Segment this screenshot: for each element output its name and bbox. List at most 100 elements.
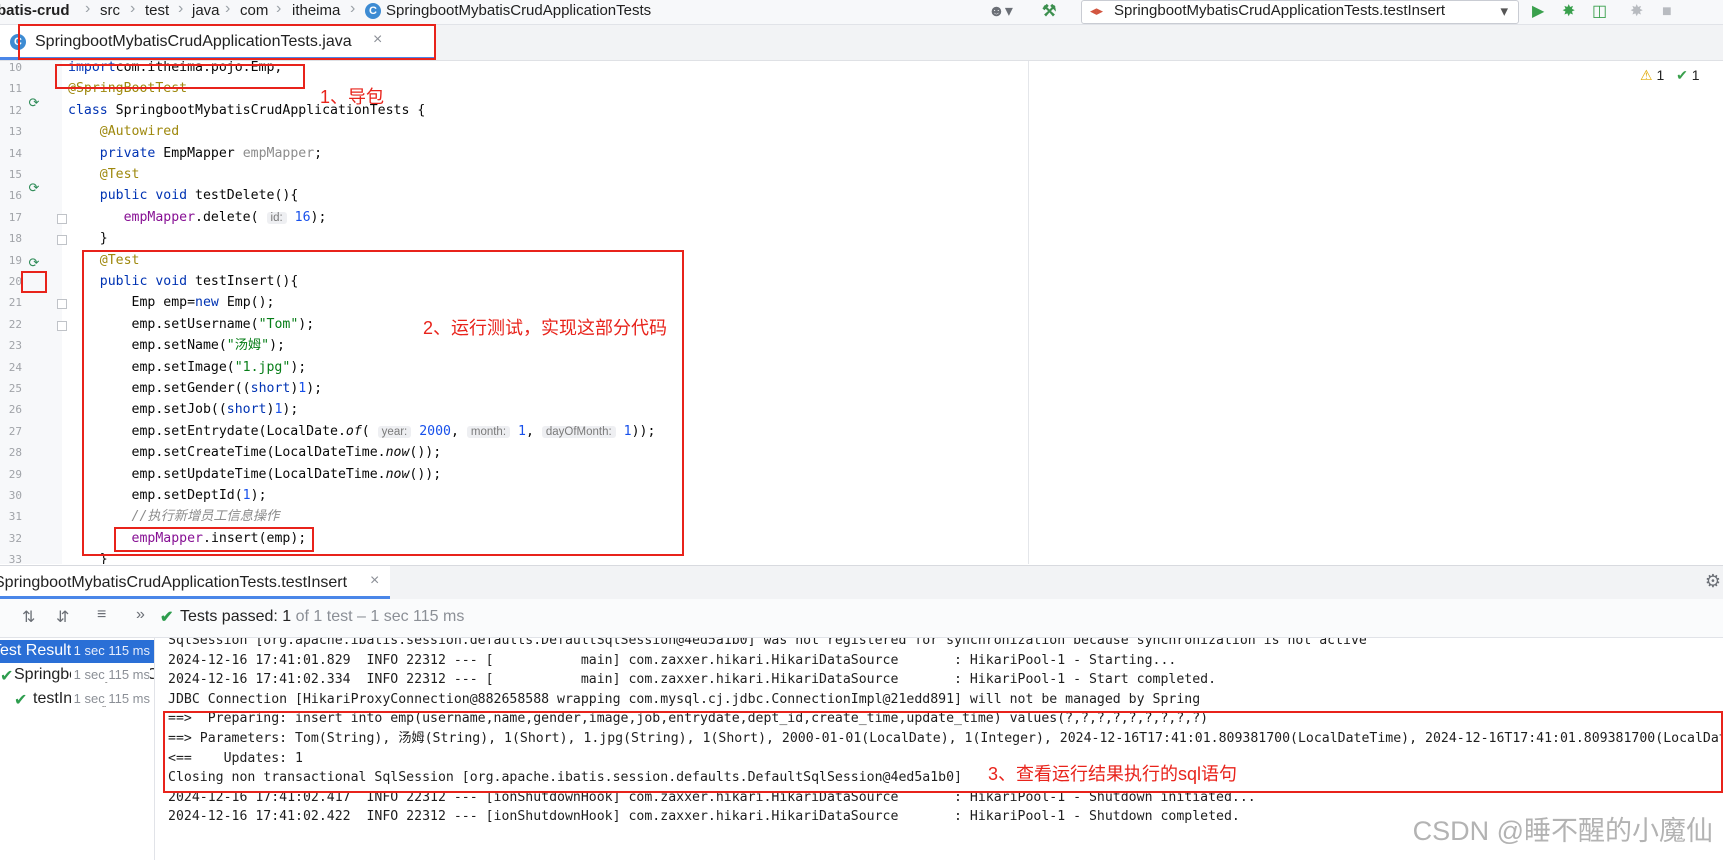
code-token: @Test (99, 167, 140, 182)
stop-icon[interactable]: ■ (1662, 3, 1672, 21)
code-token: EmpMapper (155, 145, 243, 161)
inspection-widget[interactable]: ⚠ 1 ✔ 1 (1640, 67, 1700, 84)
fold-marker-icon[interactable] (57, 235, 67, 246)
warning-count: 1 (1656, 67, 1665, 83)
code-line[interactable]: empMapper.delete( id: 16); (68, 207, 327, 228)
tree-item-time: 1 sec 115 ms (70, 667, 150, 682)
hammer-icon[interactable]: ⚒ (1042, 3, 1056, 21)
code-token: ); (310, 209, 327, 225)
code-token: testDelete(){ (187, 188, 299, 204)
breadcrumb-src[interactable]: src (100, 2, 120, 19)
more-icon[interactable]: » (136, 606, 145, 624)
line-number: 14 (8, 146, 22, 160)
tree-item-test-results[interactable]: Test Results 1 sec 115 ms (0, 640, 154, 663)
breadcrumb-class[interactable]: SpringbootMybatisCrudApplicationTests (386, 2, 651, 19)
run-test-class-icon[interactable]: ⟳ (26, 95, 42, 111)
code-line[interactable]: } (68, 228, 108, 249)
parameter-hint: id: (266, 211, 287, 224)
coverage-icon[interactable]: ◫ (1592, 3, 1607, 21)
run-tab-bar: SpringbootMybatisCrudApplicationTests.te… (0, 565, 1723, 600)
code-line[interactable]: private EmpMapper empMapper; (68, 143, 322, 164)
code-token: class (68, 102, 108, 118)
code-line[interactable]: public void testDelete(){ (68, 185, 299, 206)
line-number: 15 (8, 168, 22, 181)
code-token: .delete( (195, 209, 267, 225)
console-line: 2024-12-16 17:41:02.334 INFO 22312 --- [… (168, 672, 1217, 688)
line-number: 17 (8, 210, 22, 224)
line-number: 13 (8, 125, 22, 139)
highlight-run-button (21, 271, 47, 293)
line-number: 18 (8, 232, 22, 246)
debug-icon[interactable]: ✸ (1562, 3, 1575, 21)
status-prefix: Tests passed: (180, 608, 283, 625)
breadcrumb-com[interactable]: com (240, 2, 268, 19)
code-line[interactable]: @Autowired (68, 121, 179, 142)
chevron-down-icon: ▾ (1500, 3, 1508, 20)
fold-marker-icon[interactable] (57, 320, 67, 331)
console-line: 2024-12-16 17:41:01.829 INFO 22312 --- [… (168, 652, 1177, 668)
right-margin-guide (1028, 61, 1029, 564)
fold-marker-icon[interactable] (57, 213, 67, 224)
code-token: private (99, 145, 156, 161)
pass-check-icon: ✔ (14, 692, 28, 709)
breadcrumb-java[interactable]: java (192, 2, 220, 19)
highlight-import (55, 64, 305, 89)
breadcrumb-itheima[interactable]: itheima (292, 2, 340, 19)
class-icon: C (365, 3, 381, 19)
line-number: 10 (8, 61, 22, 74)
highlight-insert-call (114, 527, 314, 552)
code-token: @Autowired (99, 124, 180, 140)
breadcrumb-separator-icon: › (276, 0, 282, 17)
sort-alpha-icon[interactable]: ⇅ (22, 607, 35, 627)
line-number: 22 (8, 317, 22, 331)
code-line[interactable]: @Test (68, 164, 140, 185)
tree-item-test-method[interactable]: ✔ testInsert() 1 sec 115 ms (0, 688, 154, 711)
status-count: 1 (282, 608, 292, 625)
expand-all-icon[interactable]: ≡ (97, 606, 106, 624)
tree-item-test-class[interactable]: ✔ SpringbootMybatisCrudApplicationTests … (0, 664, 154, 687)
run-test-delete-icon[interactable]: ⟳ (26, 180, 42, 196)
breadcrumb-project[interactable]: batis-crud (0, 2, 70, 19)
gear-icon[interactable]: ⚙ (1705, 571, 1721, 592)
line-number: 16 (8, 189, 22, 203)
editor-gutter: 10 11 12 13 14 15 16 17 18 19 20 21 22 23 24 25 26 27 28 29… (0, 61, 67, 564)
line-number: 24 (8, 360, 22, 374)
breadcrumb-test[interactable]: test (145, 2, 169, 19)
profile-icon[interactable]: ✸ (1630, 3, 1643, 21)
highlight-sql (163, 711, 1723, 793)
line-number: 27 (8, 424, 22, 438)
line-number: 29 (8, 467, 22, 481)
fold-marker-icon[interactable] (57, 299, 67, 310)
breadcrumb-separator-icon: › (178, 0, 184, 17)
breadcrumb-separator-icon: › (130, 0, 136, 17)
sort-duration-icon[interactable]: ⇵ (56, 607, 69, 627)
test-status: Tests passed: 1 of 1 test – 1 sec 115 ms (180, 608, 464, 626)
line-number: 12 (8, 103, 22, 117)
run-icon[interactable]: ▶ (1532, 3, 1544, 21)
line-number: 20 (8, 275, 22, 288)
test-tree[interactable]: Test Results 1 sec 115 ms ✔ SpringbootMy… (0, 638, 155, 860)
watermark: CSDN @睡不醒的小魔仙 (1412, 816, 1713, 846)
tree-item-time: 1 sec 115 ms (70, 691, 150, 706)
code-token: empMapper (123, 209, 196, 225)
run-config-icon: ◂▸ (1090, 3, 1104, 18)
tree-item-label: Test Results (0, 642, 80, 659)
run-tab[interactable]: SpringbootMybatisCrudApplicationTests.te… (0, 566, 390, 599)
run-test-insert-icon[interactable]: ⟳ (26, 255, 42, 271)
close-icon[interactable]: × (370, 572, 379, 590)
line-number: 23 (8, 339, 22, 353)
console-line: JDBC Connection [HikariProxyConnection@8… (168, 691, 1201, 707)
line-number: 28 (8, 446, 22, 460)
user-icon[interactable]: ☻▾ (988, 3, 1013, 21)
check-icon: ✔ (1676, 67, 1688, 83)
tree-item-time: 1 sec 115 ms (70, 643, 150, 658)
navigation-bar: batis-crud › src › test › java › com › i… (0, 0, 1723, 25)
code-token: empMapper (242, 145, 315, 161)
highlight-editor-tab (18, 24, 436, 60)
highlight-test-insert (82, 250, 684, 556)
run-configuration-select[interactable]: ◂▸ SpringbootMybatisCrudApplicationTests… (1081, 0, 1519, 24)
